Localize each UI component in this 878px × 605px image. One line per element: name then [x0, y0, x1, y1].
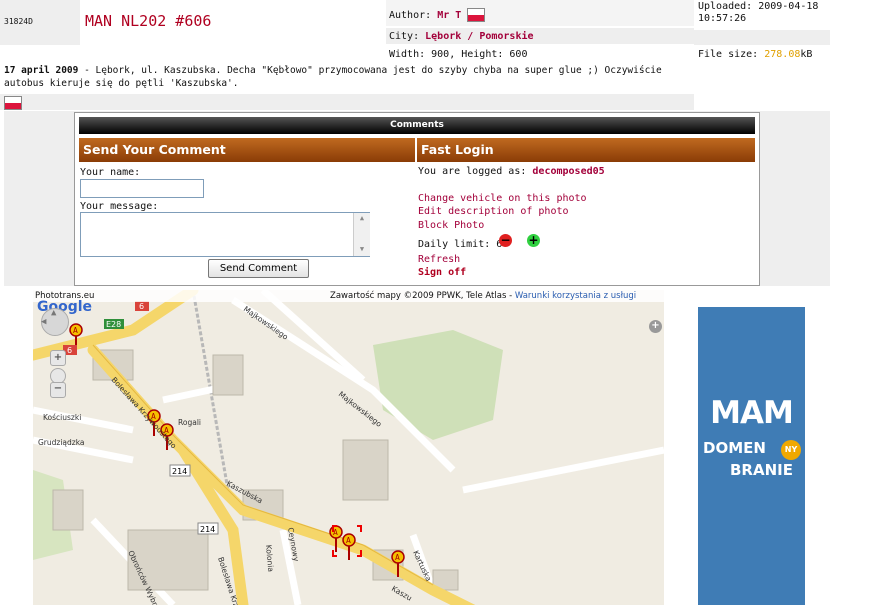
page-title: MAN NL202 #606 [85, 12, 212, 30]
ad-line-2: DOMEN [703, 439, 766, 457]
park-area [373, 330, 503, 440]
decrease-limit-icon[interactable]: − [499, 234, 512, 247]
svg-text:A: A [346, 536, 351, 545]
poland-flag-icon [467, 8, 486, 22]
message-label: Your message: [80, 201, 159, 212]
logged-as-row: You are logged as: decomposed05 [418, 166, 605, 177]
expand-map-icon[interactable]: + [649, 320, 662, 333]
pan-left-icon[interactable]: ◀ [41, 317, 46, 327]
uploaded-date: Uploaded: 2009-04-18 10:57:26 [698, 1, 819, 24]
street-label-kaszubska-2: Kaszu [390, 584, 414, 603]
file-size-value: 278.08 [764, 49, 801, 60]
uploaded-spacer [694, 30, 830, 45]
ad-badge: NY [781, 440, 801, 460]
city-link[interactable]: Lębork / Pomorskie [425, 31, 533, 42]
badge-6b: 6 [67, 346, 72, 355]
scroll-down-icon[interactable]: ▼ [354, 244, 370, 255]
map-copyright-row: Zawartość mapy ©2009 PPWK, Tele Atlas - … [330, 291, 637, 301]
author-link[interactable]: Mr T [437, 10, 461, 21]
description-text: - Lębork, ul. Kaszubska. Decha "Kębłowo"… [4, 65, 662, 89]
description-date: 17 april 2009 [4, 65, 79, 76]
pan-up-icon[interactable]: ▲ [51, 308, 56, 318]
daily-limit-label: Daily limit: [418, 239, 491, 250]
username-link[interactable]: decomposed05 [532, 166, 604, 177]
message-scrollbar[interactable]: ▲ ▼ [353, 213, 370, 256]
message-textarea[interactable] [80, 212, 370, 257]
photo-id: 31824D [4, 17, 33, 26]
refresh-link[interactable]: Refresh [418, 254, 460, 265]
pan-control[interactable]: ▲ ◀ [41, 308, 69, 336]
scroll-up-icon[interactable]: ▲ [354, 213, 370, 224]
city-label: City: [389, 31, 420, 42]
file-size-label: File size: [698, 49, 759, 60]
street-label-grudziadzka: Grudziądzka [38, 438, 85, 447]
ad-line-1: MAM [710, 395, 794, 431]
svg-text:A: A [395, 553, 400, 562]
daily-limit-row: Daily limit: 6 [418, 239, 502, 250]
street-label-boleslawa: Bolesława Krzywoustego [110, 375, 179, 450]
name-label: Your name: [80, 167, 141, 178]
svg-text:A: A [73, 326, 78, 335]
badge-6a: 6 [139, 302, 144, 311]
badge-e28: E28 [106, 320, 121, 329]
photo-description: 17 april 2009 - Lębork, ul. Kaszubska. D… [0, 64, 698, 94]
zoom-in-icon[interactable]: + [50, 350, 66, 366]
fast-login-title: Fast Login [417, 138, 755, 162]
send-comment-title: Send Your Comment [79, 138, 415, 162]
city-row: City: Lębork / Pomorskie [389, 31, 534, 42]
street-label-kolonia: Kolonia [264, 544, 275, 572]
author-row: Author: Mr T [389, 8, 486, 22]
zoom-out-icon[interactable]: − [50, 382, 66, 398]
increase-limit-icon[interactable]: + [527, 234, 540, 247]
badge-214a: 214 [172, 467, 187, 476]
advertisement-banner[interactable]: MAM DOMEN NY BRANIE [698, 307, 805, 605]
dimensions: Width: 900, Height: 600 [389, 49, 528, 60]
logged-as-label: You are logged as: [418, 166, 527, 177]
terms-link[interactable]: Warunki korzystania z usługi [515, 291, 636, 301]
send-comment-button[interactable]: Send Comment [208, 259, 309, 278]
street-label-rogali: Rogali [178, 418, 201, 427]
description-footer [0, 94, 694, 110]
main-roads [33, 290, 476, 605]
author-label: Author: [389, 10, 432, 21]
change-vehicle-link[interactable]: Change vehicle on this photo [418, 193, 587, 204]
comments-header: Comments [79, 117, 755, 134]
file-size-row: File size: 278.08kB [698, 49, 812, 60]
map-view[interactable]: A A A A A A E28 6 6 214 214 Majkowskiego… [33, 290, 664, 605]
ad-line-3: BRANIE [730, 461, 793, 479]
poland-flag-icon [4, 96, 22, 110]
sign-off-link[interactable]: Sign off [418, 267, 466, 278]
block-photo-link[interactable]: Block Photo [418, 220, 484, 231]
map-canvas[interactable]: A A A A A A E28 6 6 214 214 Majkowskiego… [33, 290, 664, 605]
name-input[interactable] [80, 179, 204, 198]
file-size-unit: kB [800, 49, 813, 60]
edit-description-link[interactable]: Edit description of photo [418, 206, 569, 217]
street-label-kosciuszki: Kościuszki [43, 413, 81, 422]
badge-214b: 214 [200, 525, 215, 534]
map-copyright: Zawartość mapy ©2009 PPWK, Tele Atlas [330, 291, 507, 301]
